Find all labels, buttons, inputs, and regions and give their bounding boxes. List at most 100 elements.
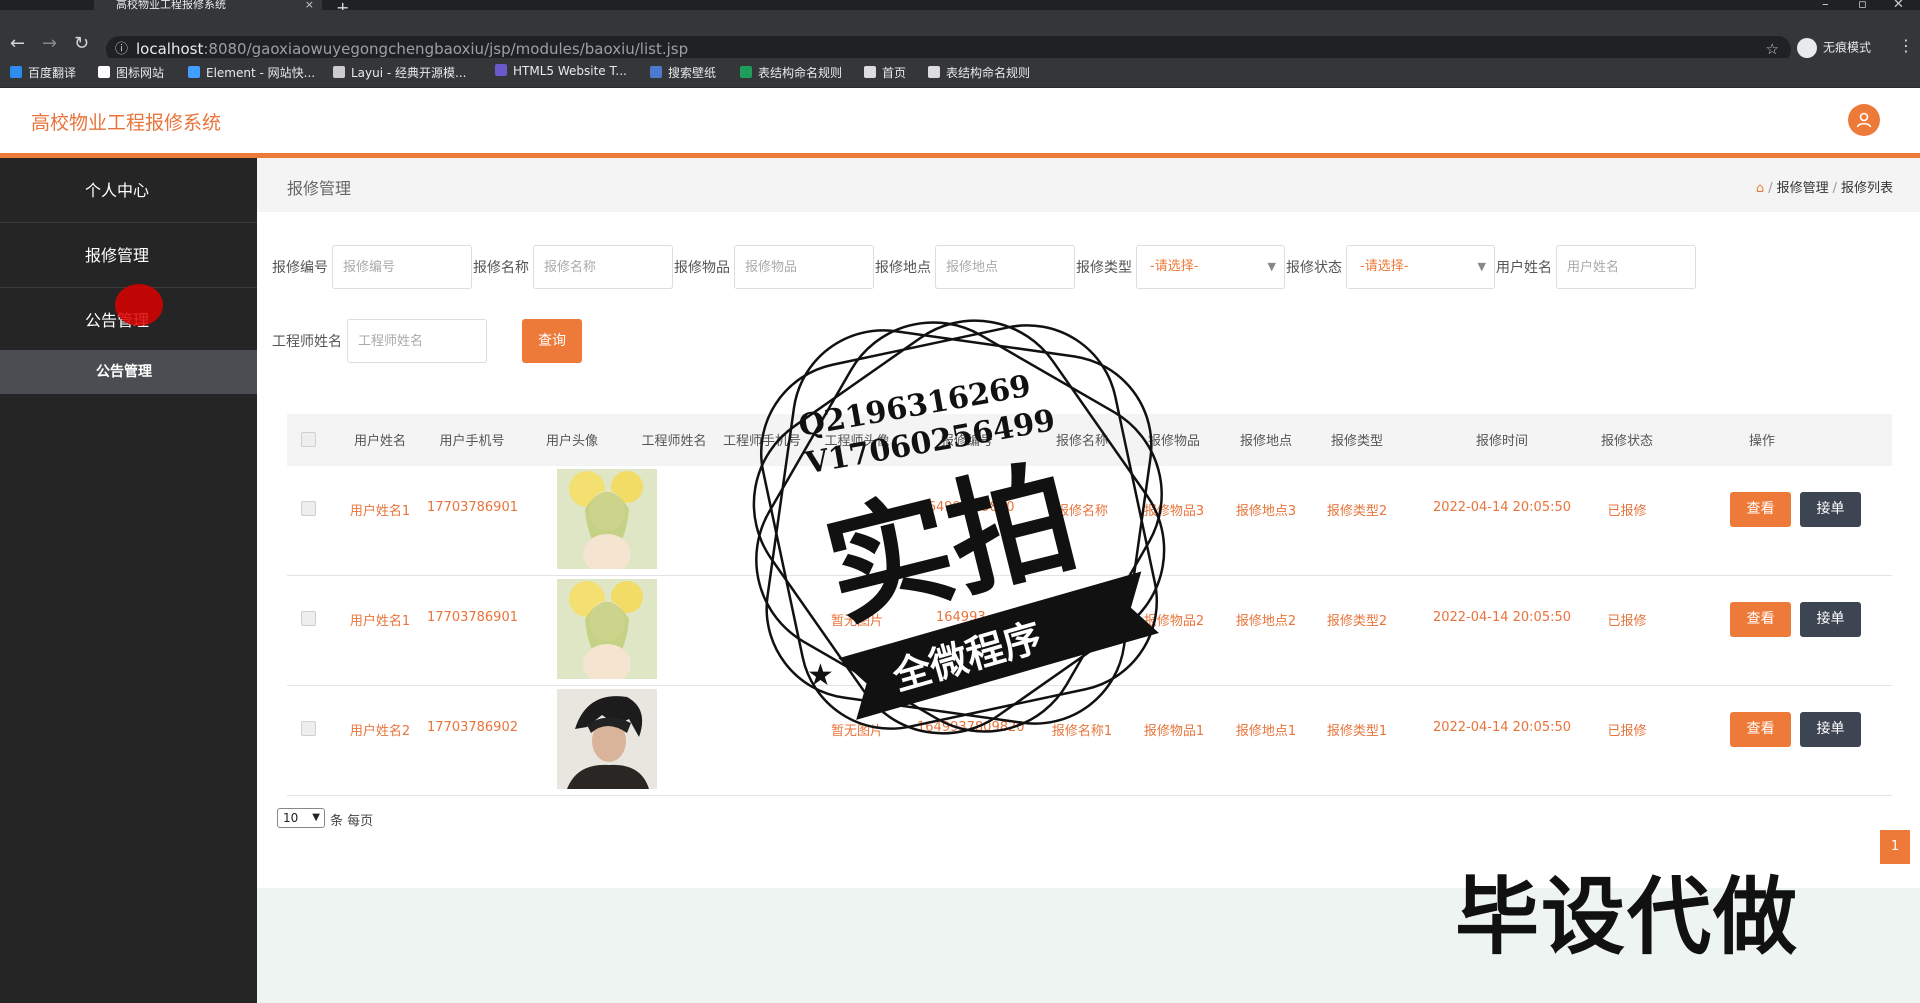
bookmark-item[interactable]: 百度翻译	[10, 64, 76, 81]
table-row: 用户姓名1 17703786901 暂无图片 164993... 报修名称 报修…	[287, 576, 1892, 686]
back-icon[interactable]: ←	[10, 35, 25, 53]
bookmark-item[interactable]: 图标网站	[98, 64, 164, 81]
sidebar-item-label: 个人中心	[85, 181, 150, 200]
bookmark-favicon-icon	[333, 66, 345, 78]
view-button[interactable]: 查看	[1730, 712, 1791, 747]
sidebar-item-repair[interactable]: 报修管理	[0, 223, 257, 288]
bookmark-label: Layui - 经典开源模...	[351, 66, 467, 80]
bookmark-label: 图标网站	[116, 66, 165, 80]
bookmark-item[interactable]: HTML5 Website T...	[495, 64, 627, 78]
cell-repair-status: 已报修	[1607, 724, 1647, 739]
engineer-name-input[interactable]	[347, 319, 487, 363]
column-header: 工程师头像	[824, 434, 890, 449]
select-value: -请选择-	[1150, 259, 1199, 274]
user-name-input[interactable]	[1556, 245, 1696, 289]
take-order-button[interactable]: 接单	[1800, 492, 1861, 527]
filter-label: 报修物品	[674, 260, 730, 276]
breadcrumb-bar: 报修管理 ⌂ / 报修管理 / 报修列表	[257, 158, 1920, 212]
breadcrumb-item[interactable]: 报修管理	[1777, 181, 1829, 196]
page-title: 报修管理	[287, 179, 352, 198]
cell-repair-status: 已报修	[1607, 504, 1647, 519]
browser-tab[interactable]: 高校物业工程报修系统 ×	[94, 0, 322, 10]
column-header: 报修名称	[1055, 434, 1108, 449]
filter-label: 用户姓名	[1496, 260, 1552, 276]
filter-label: 报修状态	[1286, 260, 1342, 276]
repair-item-input[interactable]	[734, 245, 874, 289]
user-avatar-image	[557, 579, 657, 679]
bookmark-label: 表结构命名规则	[946, 66, 1031, 80]
bookmark-label: 百度翻译	[28, 66, 77, 80]
bookmark-label: 首页	[882, 66, 907, 80]
row-checkbox[interactable]	[301, 501, 316, 516]
breadcrumb: ⌂ / 报修管理 / 报修列表	[1755, 181, 1893, 196]
user-icon	[1856, 112, 1872, 128]
cell-user-name: 用户姓名1	[349, 614, 411, 629]
bookmark-label: HTML5 Website T...	[513, 64, 627, 78]
column-header: 报修状态	[1600, 434, 1653, 449]
cell-repair-type: 报修类型2	[1326, 504, 1388, 519]
bookmark-item[interactable]: Layui - 经典开源模...	[333, 64, 466, 81]
reload-icon[interactable]: ↻	[74, 35, 89, 53]
page-size-suffix: 条 每页	[330, 814, 374, 829]
bookmark-item[interactable]: 表结构命名规则	[928, 64, 1030, 81]
forward-icon[interactable]: →	[42, 35, 57, 53]
table-row: 用户姓名2 17703786902 暂无图片 1649937809820 报修名…	[287, 686, 1892, 796]
query-button[interactable]: 查询	[522, 319, 582, 363]
column-header: 操作	[1748, 434, 1775, 449]
cell-repair-place: 报修地点3	[1235, 504, 1297, 519]
sidebar-subitem-notice[interactable]: 公告管理	[0, 350, 257, 394]
row-checkbox[interactable]	[301, 611, 316, 626]
bookmark-favicon-icon	[10, 66, 22, 78]
incognito-label: 无痕模式	[1823, 40, 1872, 55]
bookmark-favicon-icon	[188, 66, 200, 78]
bookmark-item[interactable]: Element - 网站快...	[188, 64, 315, 81]
tab-close-icon[interactable]: ×	[305, 0, 314, 10]
select-all-checkbox[interactable]	[301, 432, 316, 447]
take-order-button[interactable]: 接单	[1800, 602, 1861, 637]
page-number-button[interactable]: 1	[1880, 830, 1910, 864]
cell-repair-item: 报修物品2	[1143, 614, 1205, 629]
cell-repair-name: 报修名称1	[1051, 724, 1113, 739]
cell-repair-place: 报修地点1	[1235, 724, 1297, 739]
bookmark-label: 搜索壁纸	[668, 66, 717, 80]
page-size-select[interactable]: 10 ▼	[277, 808, 325, 828]
incognito-indicator[interactable]: 无痕模式	[1797, 38, 1871, 58]
row-checkbox[interactable]	[301, 721, 316, 736]
cell-repair-code: 164993...	[935, 610, 999, 625]
sidebar-item-profile[interactable]: 个人中心	[0, 158, 257, 223]
bookmark-favicon-icon	[650, 66, 662, 78]
bookmark-item[interactable]: 表结构命名规则	[740, 64, 842, 81]
incognito-icon	[1797, 38, 1817, 58]
chevron-down-icon: ▼	[312, 812, 320, 823]
table-row: 用户姓名1 17703786901 16499...09820 报修名称 报修物…	[287, 466, 1892, 576]
take-order-button[interactable]: 接单	[1800, 712, 1861, 747]
cell-repair-time: 2022-04-14 20:05:50	[1432, 610, 1572, 625]
view-button[interactable]: 查看	[1730, 602, 1791, 637]
bookmark-label: Element - 网站快...	[206, 66, 316, 80]
repair-name-input[interactable]	[533, 245, 673, 289]
column-header: 报修物品	[1147, 434, 1200, 449]
user-avatar-button[interactable]	[1848, 104, 1880, 136]
home-icon[interactable]: ⌂	[1756, 181, 1764, 196]
repair-status-select[interactable]: -请选择- ▼	[1346, 245, 1495, 289]
repair-code-input[interactable]	[332, 245, 472, 289]
bookmark-item[interactable]: 首页	[864, 64, 906, 81]
page-size-value: 10	[283, 811, 299, 825]
browser-tabstrip: 高校物业工程报修系统 × + – ▫ ✕	[0, 0, 1920, 17]
cell-engineer-avatar: 暂无图片	[830, 724, 883, 739]
browser-menu-icon[interactable]: ⋮	[1898, 36, 1914, 55]
filter-label: 报修地点	[875, 260, 931, 276]
cell-repair-code: 1649937809820	[917, 720, 1025, 735]
column-header: 工程师姓名	[641, 434, 707, 449]
view-button[interactable]: 查看	[1730, 492, 1791, 527]
repair-place-input[interactable]	[935, 245, 1075, 289]
cell-repair-name: 报修名称	[1055, 504, 1108, 519]
cell-repair-status: 已报修	[1607, 614, 1647, 629]
bookmark-favicon-icon	[98, 66, 110, 78]
watermark-corner-text: 毕设代做	[1455, 868, 1800, 966]
bookmark-item[interactable]: 搜索壁纸	[650, 64, 716, 81]
filter-label: 报修类型	[1076, 260, 1132, 276]
user-avatar-image	[557, 689, 657, 789]
repair-type-select[interactable]: -请选择- ▼	[1136, 245, 1285, 289]
filter-label: 报修编号	[272, 260, 328, 276]
